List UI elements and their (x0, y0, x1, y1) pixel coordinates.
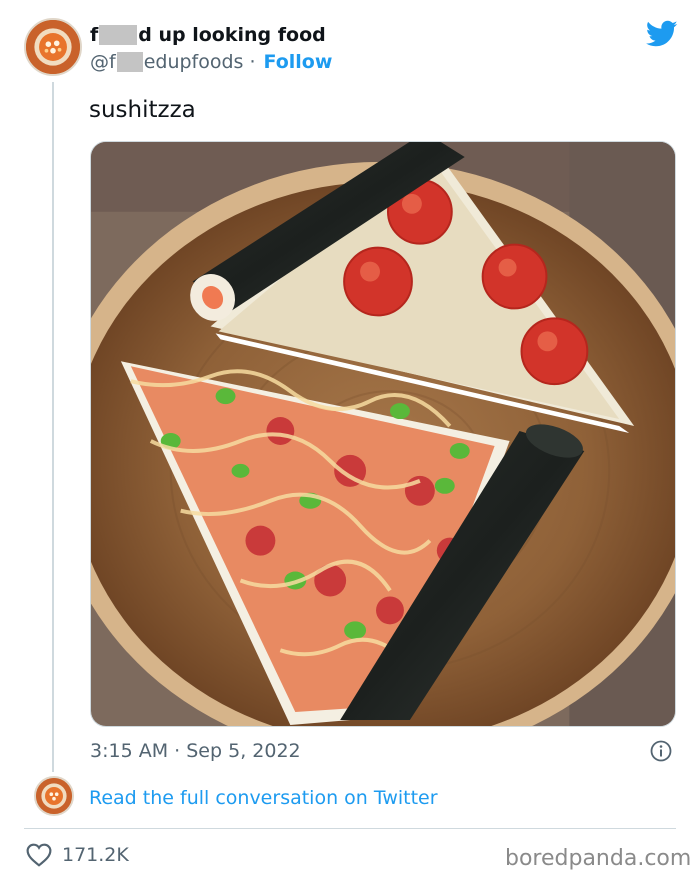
author-handle-row: @f edupfoods · Follow (90, 49, 332, 75)
tweet-photo[interactable] (90, 141, 676, 727)
watermark: boredpanda.com (505, 846, 692, 871)
reply-avatar[interactable] (34, 776, 74, 816)
author-name-suffix: d up looking food (138, 24, 326, 46)
tweet-time: 3:15 AM (90, 740, 169, 762)
censor-bar (116, 52, 143, 72)
author-avatar[interactable] (24, 18, 82, 76)
tweet-text: sushitzza (89, 97, 196, 123)
separator-dot: · (174, 740, 181, 762)
author-name[interactable]: f d up looking food (90, 22, 332, 48)
twitter-bird-icon[interactable] (646, 20, 678, 48)
tweet-date: Sep 5, 2022 (186, 740, 301, 762)
tweet-timestamp[interactable]: 3:15 AM · Sep 5, 2022 (90, 738, 301, 764)
author-handle-suffix[interactable]: edupfoods (144, 49, 244, 75)
follow-link[interactable]: Follow (264, 49, 333, 75)
info-icon[interactable] (650, 740, 672, 762)
like-button[interactable]: 171.2K (26, 843, 129, 867)
embedded-tweet: fd up looking food @f edupfoods · Follow … (0, 0, 700, 881)
heart-icon (26, 843, 52, 867)
like-count: 171.2K (62, 844, 129, 866)
author-name-prefix: f (90, 24, 99, 46)
censor-bar (99, 25, 138, 45)
author-handle-prefix[interactable]: @f (90, 49, 116, 75)
read-conversation-link[interactable]: Read the full conversation on Twitter (89, 786, 438, 810)
thread-line (52, 82, 54, 772)
author-block: f d up looking food @f edupfoods · Follow (90, 22, 332, 75)
separator-dot: · (249, 51, 256, 73)
divider (24, 828, 676, 829)
